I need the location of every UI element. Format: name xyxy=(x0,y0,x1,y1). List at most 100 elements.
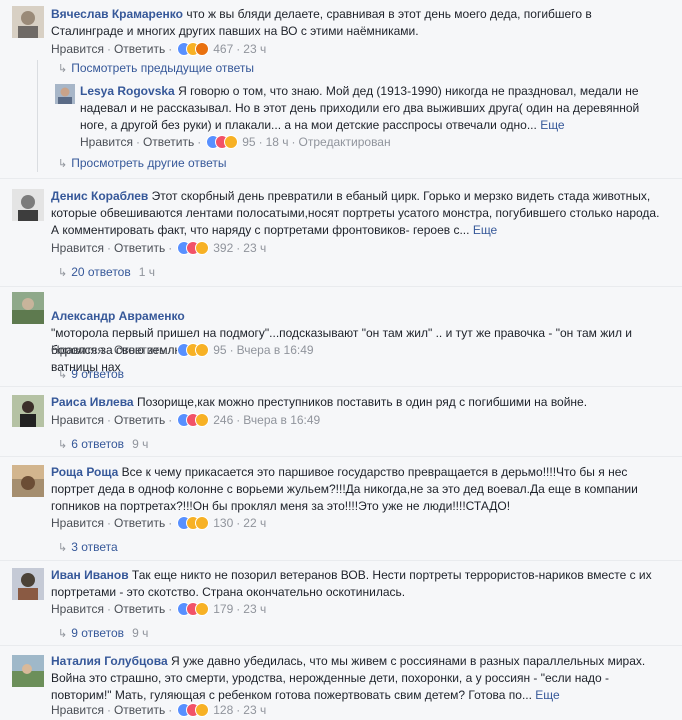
comment-actions: Нравится · Ответить · 392 · 23 ч xyxy=(51,241,267,255)
comment-actions: Нравится · Ответить · 246 · Вчера в 16:49 xyxy=(51,413,321,427)
comment-author[interactable]: Денис Кораблев xyxy=(51,189,148,203)
reaction-count: 467 xyxy=(213,42,234,56)
like-button[interactable]: Нравится xyxy=(51,516,104,530)
comment-author[interactable]: Раиса Ивлева xyxy=(51,395,134,409)
comment-body: Денис Кораблев Этот скорбный день превра… xyxy=(51,188,661,239)
reply-button[interactable]: Ответить xyxy=(114,42,165,56)
comment-time[interactable]: 23 ч xyxy=(243,42,266,56)
reactions-icon[interactable] xyxy=(177,241,213,255)
comment-author[interactable]: Наталия Голубцова xyxy=(51,654,168,668)
avatar-photo-icon xyxy=(55,84,75,104)
reply-author[interactable]: Lesya Rogovska xyxy=(80,84,175,98)
comment-time[interactable]: 23 ч xyxy=(243,241,266,255)
reply-button[interactable]: Ответить xyxy=(114,413,165,427)
like-button[interactable]: Нравится xyxy=(51,703,104,717)
see-more-link[interactable]: Еще xyxy=(473,223,497,237)
thread-line xyxy=(37,60,38,172)
avatar[interactable] xyxy=(12,395,44,427)
reply-button[interactable]: Ответить xyxy=(143,135,194,149)
comment-author[interactable]: Роща Роща xyxy=(51,465,118,479)
divider xyxy=(0,645,682,646)
avatar-photo-icon xyxy=(12,655,44,687)
reply-button[interactable]: Ответить xyxy=(114,343,165,357)
avatar-photo-icon xyxy=(12,395,44,427)
comment-body: Александр Авраменко "моторола первый при… xyxy=(51,291,661,376)
comment-time[interactable]: 23 ч xyxy=(243,602,266,616)
view-replies-link[interactable]: ↳ 9 ответов xyxy=(58,366,124,383)
avatar-photo-icon xyxy=(12,292,44,324)
reply-arrow-icon: ↳ xyxy=(58,158,68,170)
reaction-count: 95 xyxy=(213,343,227,357)
reactions-icon[interactable] xyxy=(177,343,213,357)
avatar-photo-icon xyxy=(12,568,44,600)
reply-arrow-icon: ↳ xyxy=(58,542,68,554)
reply-actions: Нравится · Ответить · 95 · 18 ч · Отредактирован xyxy=(80,135,391,149)
reactions-icon[interactable] xyxy=(177,516,213,530)
comment-time[interactable]: 23 ч xyxy=(243,703,266,717)
view-replies-link[interactable]: ↳ 9 ответов 9 ч xyxy=(58,625,148,642)
like-button[interactable]: Нравится xyxy=(80,135,133,149)
divider xyxy=(0,178,682,179)
comment-time[interactable]: 22 ч xyxy=(243,516,266,530)
avatar[interactable] xyxy=(12,465,44,497)
reactions-icon[interactable] xyxy=(177,703,213,717)
reaction-count: 130 xyxy=(213,516,234,530)
comment-author[interactable]: Иван Иванов xyxy=(51,568,129,582)
avatar[interactable] xyxy=(55,84,75,104)
view-replies-link[interactable]: ↳ 3 ответа xyxy=(58,539,118,556)
reply-body: Lesya Rogovska Я говорю о том, что знаю.… xyxy=(80,83,655,134)
comment-text: Так еще никто не позорил ветеранов ВОВ. … xyxy=(51,568,652,599)
like-button[interactable]: Нравится xyxy=(51,413,104,427)
like-button[interactable]: Нравится xyxy=(51,42,104,56)
edited-label[interactable]: Отредактирован xyxy=(299,135,391,149)
reactions-icon[interactable] xyxy=(177,602,213,616)
like-button[interactable]: Нравится xyxy=(51,343,104,357)
comment-actions: Нравится · Ответить · 179 · 23 ч xyxy=(51,602,267,616)
reply-arrow-icon: ↳ xyxy=(58,267,68,279)
reply-button[interactable]: Ответить xyxy=(114,602,165,616)
reply-button[interactable]: Ответить xyxy=(114,516,165,530)
divider xyxy=(0,286,682,287)
avatar[interactable] xyxy=(12,292,44,324)
comment-actions: Нравится · Ответить · 128 · 23 ч xyxy=(51,703,267,717)
avatar[interactable] xyxy=(12,189,44,221)
comment-body: Вячеслав Крамаренко что ж вы бляди делае… xyxy=(51,6,661,40)
reactions-icon[interactable] xyxy=(177,413,213,427)
avatar[interactable] xyxy=(12,6,44,38)
avatar-photo-icon xyxy=(12,189,44,221)
avatar[interactable] xyxy=(12,568,44,600)
comment-author[interactable]: Вячеслав Крамаренко xyxy=(51,7,183,21)
avatar-photo-icon xyxy=(12,6,44,38)
like-button[interactable]: Нравится xyxy=(51,241,104,255)
view-replies-link[interactable]: ↳ 20 ответов 1 ч xyxy=(58,264,155,281)
reply-button[interactable]: Ответить xyxy=(114,241,165,255)
reaction-count: 246 xyxy=(213,413,234,427)
view-other-replies[interactable]: ↳ Просмотреть другие ответы xyxy=(58,155,227,172)
comment-body: Роща Роща Все к чему прикасается это пар… xyxy=(51,464,661,515)
reactions-icon[interactable] xyxy=(177,42,213,56)
see-more-link[interactable]: Еще xyxy=(535,688,559,702)
view-previous-replies[interactable]: ↳ Посмотреть предыдущие ответы xyxy=(58,60,254,77)
like-button[interactable]: Нравится xyxy=(51,602,104,616)
avatar[interactable] xyxy=(12,655,44,687)
comment-author[interactable]: Александр Авраменко xyxy=(51,309,185,323)
comment-time[interactable]: Вчера в 16:49 xyxy=(237,343,314,357)
reaction-count: 95 xyxy=(242,135,256,149)
reply-arrow-icon: ↳ xyxy=(58,369,68,381)
reactions-icon[interactable] xyxy=(206,135,242,149)
comment-body: Раиса Ивлева Позорище,как можно преступн… xyxy=(51,394,661,411)
reaction-count: 179 xyxy=(213,602,234,616)
comment-actions: Нравится · Ответить · 467 · 23 ч xyxy=(51,42,267,56)
reply-button[interactable]: Ответить xyxy=(114,703,165,717)
comment-time[interactable]: 18 ч xyxy=(266,135,289,149)
comment-text: Позорище,как можно преступников поставит… xyxy=(136,395,588,409)
view-replies-link[interactable]: ↳ 6 ответов 9 ч xyxy=(58,436,148,453)
reply-arrow-icon: ↳ xyxy=(58,439,68,451)
reaction-count: 392 xyxy=(213,241,234,255)
comment-body: Иван Иванов Так еще никто не позорил вет… xyxy=(51,567,661,601)
divider xyxy=(0,456,682,457)
see-more-link[interactable]: Еще xyxy=(540,118,564,132)
comment-time[interactable]: Вчера в 16:49 xyxy=(243,413,320,427)
divider xyxy=(0,560,682,561)
comment-text: Все к чему прикасается это паршивое госу… xyxy=(51,465,638,513)
